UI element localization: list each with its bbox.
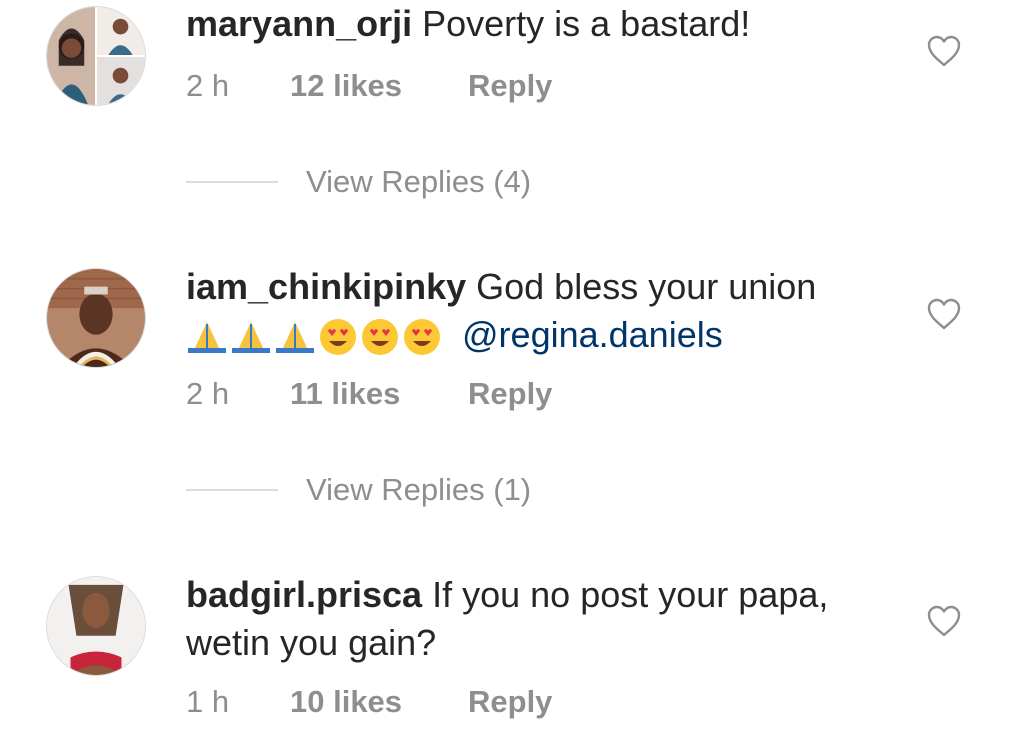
heart-outline-icon[interactable] [926, 34, 962, 68]
avatar-image [47, 577, 145, 675]
view-replies-label: View Replies (4) [306, 164, 532, 199]
comment-likes[interactable]: 10 likes [290, 684, 468, 720]
comment-username[interactable]: iam_chinkipinky [186, 266, 466, 307]
heart-eyes-icon [362, 319, 398, 356]
comment-time: 2 h [186, 68, 230, 103]
heart-outline-icon[interactable] [926, 604, 962, 638]
mention-link[interactable]: @regina.daniels [462, 314, 723, 355]
reply-button[interactable]: Reply [468, 376, 552, 412]
comment-likes[interactable]: 11 likes [290, 376, 468, 412]
comment-time: 1 h [186, 684, 230, 719]
avatar[interactable] [46, 576, 146, 676]
folded-hands-icon [188, 322, 226, 354]
view-replies-button[interactable]: View Replies (4) [186, 164, 531, 200]
comment-text: badgirl.prisca If you no post your papa,… [186, 571, 886, 667]
view-replies-divider [186, 489, 278, 491]
comment-text: iam_chinkipinky God bless your union @re… [186, 263, 886, 359]
heart-eyes-icon [404, 319, 440, 356]
comment-body: If you no post your papa, [432, 574, 829, 615]
avatar[interactable] [46, 6, 146, 106]
view-replies-divider [186, 181, 278, 183]
comment-body-line2: wetin you gain? [186, 622, 437, 663]
reply-button[interactable]: Reply [468, 68, 552, 104]
comment-meta: 2 h 11 likes Reply [186, 374, 552, 414]
comment-username[interactable]: badgirl.prisca [186, 574, 422, 615]
comment-meta: 2 h 12 likes Reply [186, 66, 552, 106]
avatar[interactable] [46, 268, 146, 368]
comment-time: 2 h [186, 376, 230, 411]
comment-body: God bless your union [476, 266, 817, 307]
avatar-image [47, 7, 145, 105]
comment-likes[interactable]: 12 likes [290, 68, 468, 104]
heart-outline-icon[interactable] [926, 297, 962, 331]
heart-eyes-icon [320, 319, 356, 356]
view-replies-button[interactable]: View Replies (1) [186, 472, 531, 508]
comment-meta: 1 h 10 likes Reply [186, 682, 552, 722]
folded-hands-icon [232, 322, 270, 354]
folded-hands-icon [276, 322, 314, 354]
view-replies-label: View Replies (1) [306, 472, 532, 507]
comment-username[interactable]: maryann_orji [186, 3, 412, 44]
comment-body: Poverty is a bastard! [422, 3, 751, 44]
comment-text: maryann_orji Poverty is a bastard! [186, 0, 886, 48]
avatar-image [47, 269, 145, 367]
emoji-group [186, 317, 442, 357]
reply-button[interactable]: Reply [468, 684, 552, 720]
